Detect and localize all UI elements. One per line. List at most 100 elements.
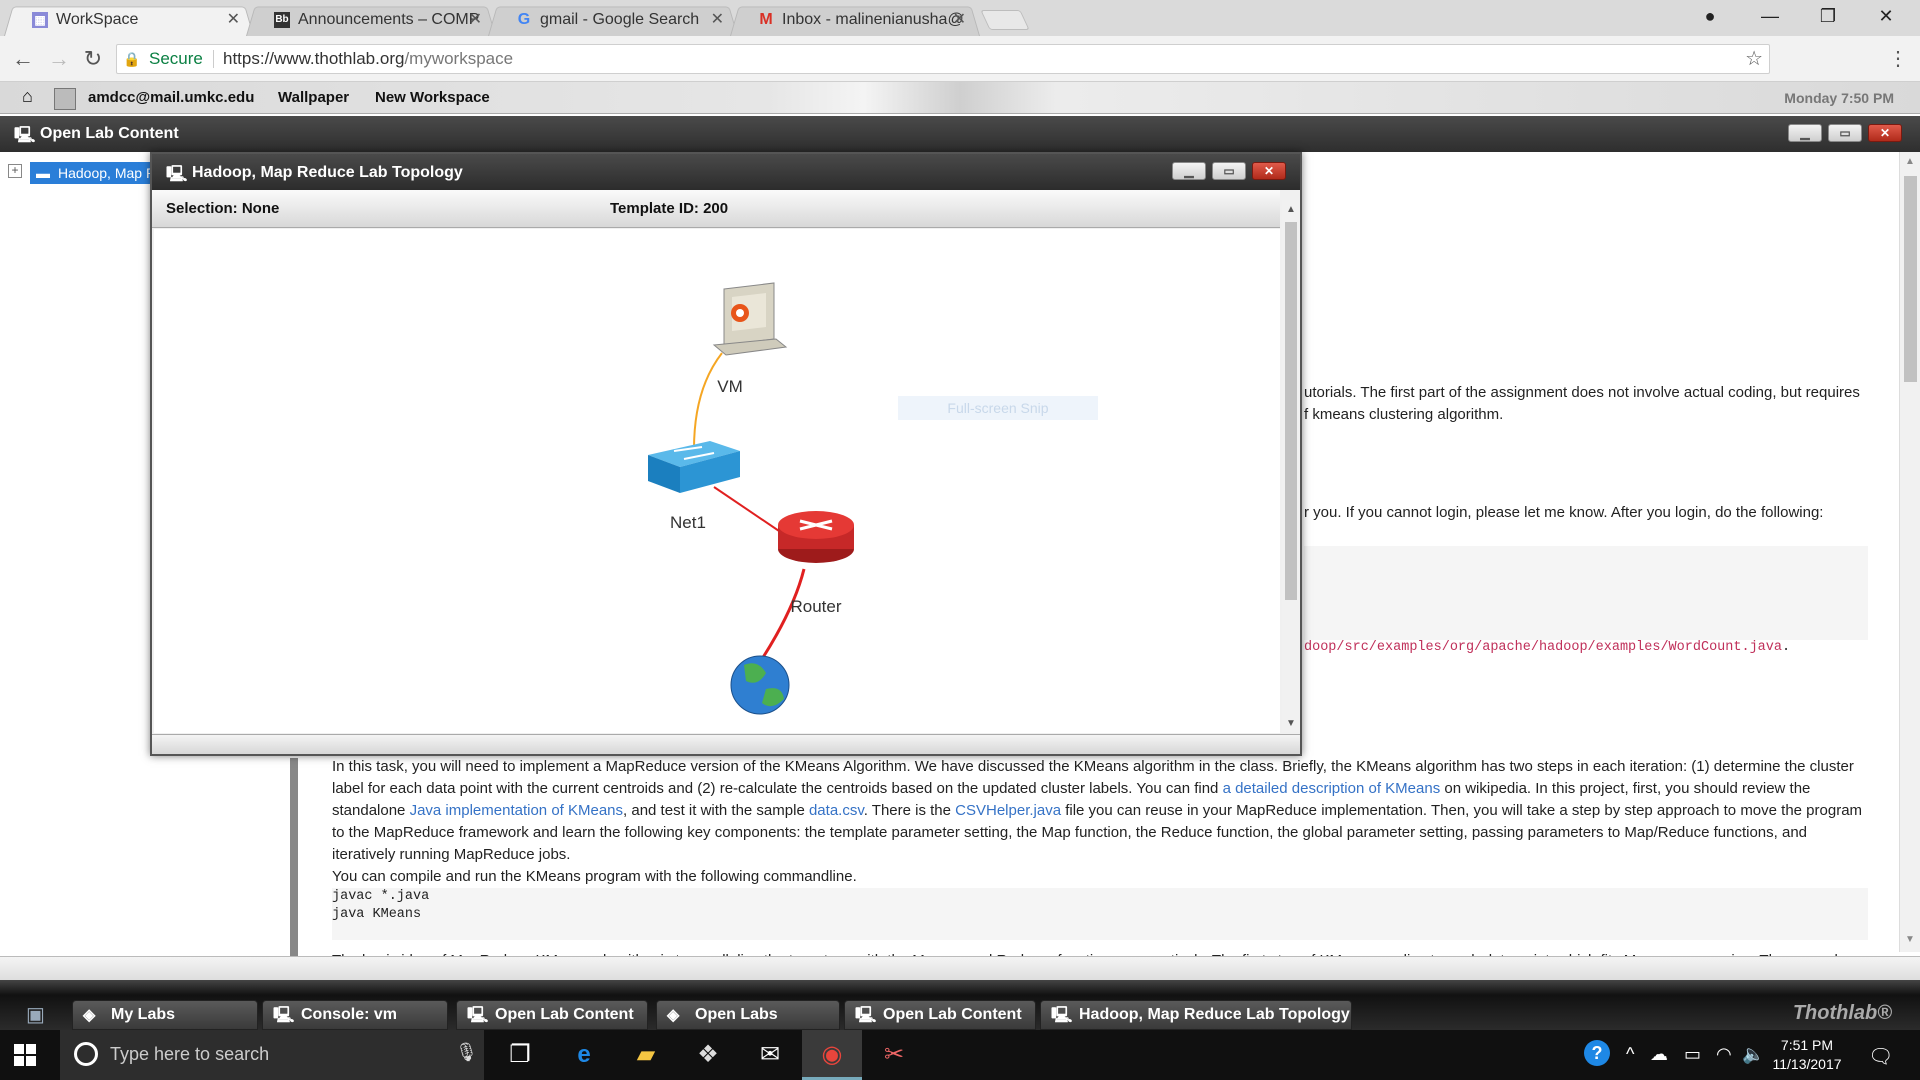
device-label-router: Router bbox=[790, 597, 842, 616]
taskbar-open-lab-content[interactable]: 🖳 Open Lab Content bbox=[456, 1000, 648, 1030]
topology-window: 🖳 Hadoop, Map Reduce Lab Topology ▁ ▭ ✕ … bbox=[150, 152, 1302, 756]
close-button[interactable]: ✕ bbox=[1868, 124, 1902, 142]
taskbar-topology[interactable]: 🖳 Hadoop, Map Reduce Lab Topology bbox=[1040, 1000, 1352, 1030]
secure-label: Secure bbox=[149, 49, 203, 68]
new-workspace-menu[interactable]: New Workspace bbox=[375, 89, 490, 106]
file-explorer-icon[interactable]: ▰ bbox=[616, 1030, 676, 1080]
minimize-button[interactable]: — bbox=[1742, 0, 1798, 32]
dropbox-icon[interactable]: ❖ bbox=[678, 1030, 738, 1080]
close-tab-icon[interactable]: ✕ bbox=[711, 4, 724, 36]
profile-icon[interactable]: ● bbox=[1682, 0, 1738, 32]
internet-globe-icon[interactable] bbox=[730, 655, 790, 715]
kmeans-description-link[interactable]: a detailed description of KMeans bbox=[1223, 780, 1441, 797]
topology-title: Hadoop, Map Reduce Lab Topology bbox=[192, 164, 463, 181]
thothlab-logo: Thothlab® bbox=[1792, 1002, 1892, 1024]
minimize-button[interactable]: ▁ bbox=[1788, 124, 1822, 142]
taskbar-open-lab-content-2[interactable]: 🖳 Open Lab Content bbox=[844, 1000, 1036, 1030]
data-csv-link[interactable]: data.csv bbox=[809, 802, 864, 819]
tree-node-hadoop[interactable]: ▬ Hadoop, Map R bbox=[30, 162, 163, 184]
microphone-icon[interactable]: 🎙 bbox=[455, 1042, 478, 1063]
window-icon: 🖳 bbox=[1051, 1007, 1073, 1024]
csvhelper-link[interactable]: CSVHelper.java bbox=[955, 802, 1061, 819]
reload-icon[interactable]: ↻ bbox=[78, 44, 108, 74]
topology-canvas[interactable]: VM Net1 Router bbox=[154, 229, 1280, 733]
document-scrollbar[interactable]: ▲ ▼ bbox=[1899, 152, 1920, 952]
topology-titlebar[interactable]: 🖳 Hadoop, Map Reduce Lab Topology ▁ ▭ ✕ bbox=[152, 154, 1300, 190]
wifi-icon[interactable]: ◠ bbox=[1716, 1044, 1732, 1065]
java-implementation-link[interactable]: Java implementation of KMeans bbox=[410, 802, 623, 819]
code-line: javac *.java bbox=[332, 889, 430, 904]
close-tab-icon[interactable]: ✕ bbox=[227, 4, 240, 36]
doc-text-line: utorials. The first part of the assignme… bbox=[1304, 384, 1860, 401]
code-path: doop/src/examples/org/apache/hadoop/exam… bbox=[1304, 640, 1791, 655]
paragraph-line: standalone Java implementation of KMeans… bbox=[332, 802, 1863, 819]
close-tab-icon[interactable]: ✕ bbox=[953, 4, 966, 36]
lock-icon: 🔒 bbox=[123, 51, 141, 67]
device-label-vm: VM bbox=[717, 377, 743, 396]
router-icon[interactable] bbox=[778, 511, 854, 563]
close-tab-icon[interactable]: ✕ bbox=[469, 4, 482, 36]
taskbar-open-labs[interactable]: ◈ Open Labs bbox=[656, 1000, 840, 1030]
window-icon: 🖳 bbox=[14, 127, 36, 144]
vm-computer-icon[interactable] bbox=[712, 282, 788, 356]
user-email[interactable]: amdcc@mail.umkc.edu bbox=[88, 89, 254, 106]
cortana-icon bbox=[74, 1042, 98, 1066]
snip-overlay: Full-screen Snip bbox=[898, 396, 1098, 420]
maximize-button[interactable]: ▭ bbox=[1828, 124, 1862, 142]
network-switch-icon[interactable] bbox=[648, 441, 740, 493]
paragraph-line: You can compile and run the KMeans progr… bbox=[332, 868, 857, 885]
tab-workspace[interactable]: ▦ WorkSpace ✕ bbox=[4, 4, 254, 36]
windows-start-icon[interactable] bbox=[14, 1044, 36, 1066]
notifications-icon[interactable]: 🗨 bbox=[1868, 1044, 1893, 1069]
bookmark-star-icon[interactable]: ☆ bbox=[1745, 45, 1763, 73]
taskbar-console-vm[interactable]: 🖳 Console: vm bbox=[262, 1000, 448, 1030]
chrome-icon[interactable]: ◉ bbox=[802, 1030, 862, 1080]
task-view-icon[interactable]: ❐ bbox=[490, 1030, 550, 1080]
edge-icon[interactable]: e bbox=[554, 1030, 614, 1080]
back-arrow-icon[interactable]: ← bbox=[8, 44, 38, 74]
topology-scrollbar[interactable]: ▲ ▼ bbox=[1282, 200, 1300, 732]
new-tab-button[interactable] bbox=[980, 10, 1030, 30]
expand-icon[interactable]: + bbox=[8, 164, 22, 178]
desktop-icon[interactable]: ▣ bbox=[26, 1002, 45, 1027]
show-hidden-icons-chevron[interactable]: ^ bbox=[1626, 1044, 1634, 1065]
taskbar-search[interactable]: Type here to search 🎙 bbox=[60, 1030, 484, 1080]
restore-button[interactable]: ❐ bbox=[1800, 0, 1856, 32]
browser-menu-icon[interactable]: ⋮ bbox=[1888, 44, 1908, 74]
snipping-tool-icon[interactable]: ✂ bbox=[864, 1030, 924, 1080]
close-window-button[interactable]: ✕ bbox=[1858, 0, 1914, 32]
workspace-footer-strip bbox=[0, 956, 1920, 980]
onedrive-cloud-icon[interactable]: ☁ bbox=[1650, 1044, 1668, 1065]
maximize-button[interactable]: ▭ bbox=[1212, 162, 1246, 180]
scroll-thumb[interactable] bbox=[1285, 222, 1297, 600]
tree-node-label: Hadoop, Map R bbox=[58, 165, 157, 181]
topology-statusbar bbox=[152, 734, 1300, 754]
tab-label: WorkSpace bbox=[56, 11, 139, 28]
tab-label: gmail - Google Search bbox=[540, 11, 700, 28]
scroll-thumb[interactable] bbox=[1904, 176, 1917, 382]
command-code-block: javac *.java java KMeans bbox=[332, 888, 1868, 940]
address-bar[interactable]: 🔒 Secure https://www.thothlab.org/mywork… bbox=[116, 44, 1770, 74]
tab-gmail-inbox[interactable]: M Inbox - malinenianusha@ ✕ bbox=[730, 4, 980, 36]
minimize-button[interactable]: ▁ bbox=[1172, 162, 1206, 180]
taskbar-my-labs[interactable]: ◈ My Labs bbox=[72, 1000, 258, 1030]
mail-icon[interactable]: ✉ bbox=[740, 1030, 800, 1080]
gmail-icon: M bbox=[759, 11, 773, 28]
battery-icon[interactable]: ▭ bbox=[1684, 1044, 1701, 1065]
open-lab-content-titlebar[interactable]: 🖳 Open Lab Content ▁ ▭ ✕ bbox=[0, 116, 1920, 152]
tab-google-search[interactable]: G gmail - Google Search ✕ bbox=[488, 4, 738, 36]
tab-announcements[interactable]: Bb Announcements – COMP ✕ bbox=[246, 4, 496, 36]
doc-text-line: f kmeans clustering algorithm. bbox=[1304, 406, 1504, 423]
clock-time: 7:51 PM bbox=[1780, 1037, 1834, 1053]
wallpaper-menu[interactable]: Wallpaper bbox=[278, 89, 349, 106]
system-clock[interactable]: 7:51 PM 11/13/2017 bbox=[1762, 1036, 1852, 1074]
paragraph-line: iteratively running MapReduce jobs. bbox=[332, 846, 571, 863]
forward-arrow-icon[interactable]: → bbox=[44, 44, 74, 74]
window-icon: 🖳 bbox=[166, 166, 188, 183]
home-icon[interactable]: ⌂ bbox=[22, 86, 33, 107]
help-icon[interactable]: ? bbox=[1584, 1040, 1610, 1066]
workspace-top-bar: ⌂ amdcc@mail.umkc.edu Wallpaper New Work… bbox=[0, 82, 1920, 114]
selection-status: Selection: None bbox=[166, 200, 280, 217]
close-button[interactable]: ✕ bbox=[1252, 162, 1286, 180]
search-placeholder: Type here to search bbox=[110, 1044, 270, 1064]
